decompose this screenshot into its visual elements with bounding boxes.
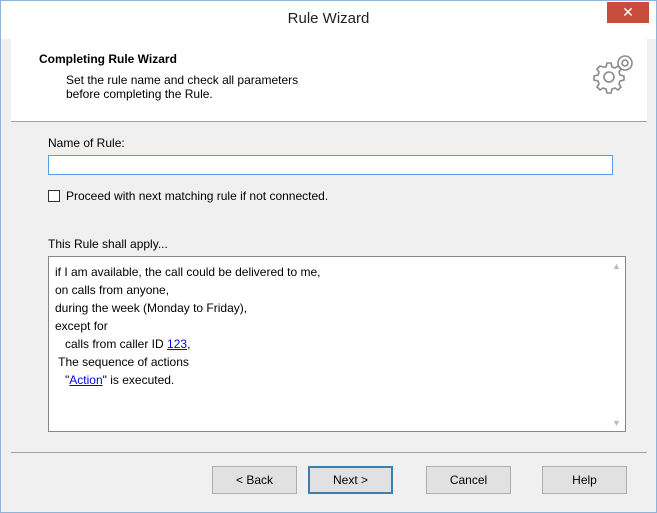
cancel-button[interactable]: Cancel [426, 466, 511, 494]
help-button[interactable]: Help [542, 466, 627, 494]
summary-line: except for [55, 319, 108, 333]
back-button[interactable]: < Back [212, 466, 297, 494]
close-icon: ✕ [622, 4, 634, 20]
proceed-checkbox-row[interactable]: Proceed with next matching rule if not c… [48, 189, 328, 203]
header-title: Completing Rule Wizard [39, 52, 177, 66]
summary-line: if I am available, the call could be del… [55, 265, 321, 279]
summary-line: The sequence of actions [55, 355, 189, 369]
window-title: Rule Wizard [287, 10, 370, 27]
chevron-up-icon[interactable]: ▲ [608, 257, 625, 274]
summary-text: , [187, 337, 191, 351]
rule-wizard-window: Rule Wizard ✕ Completing Rule Wizard Set… [0, 0, 657, 513]
rule-summary-text: if I am available, the call could be del… [55, 263, 320, 389]
caller-id-link[interactable]: 123 [167, 337, 187, 351]
name-label: Name of Rule: [48, 136, 125, 150]
summary-line: during the week (Monday to Friday), [55, 301, 248, 315]
header-description: Set the rule name and check all paramete… [66, 73, 299, 101]
wizard-header: Completing Rule Wizard Set the rule name… [11, 39, 647, 122]
apply-label: This Rule shall apply... [48, 237, 168, 251]
proceed-checkbox-label[interactable]: Proceed with next matching rule if not c… [66, 189, 328, 203]
summary-line: "Action" is executed. [55, 371, 320, 389]
close-button[interactable]: ✕ [607, 2, 649, 23]
action-link[interactable]: Action [69, 373, 102, 387]
summary-line: on calls from anyone, [55, 283, 170, 297]
rule-name-input[interactable] [48, 155, 613, 175]
gears-icon [593, 55, 633, 94]
rule-summary-box[interactable]: if I am available, the call could be del… [48, 256, 626, 432]
vertical-scrollbar[interactable]: ▲ ▼ [608, 257, 625, 431]
chevron-down-icon[interactable]: ▼ [608, 414, 625, 431]
title-bar: Rule Wizard ✕ [1, 1, 656, 39]
summary-text: " is executed. [102, 373, 175, 387]
button-bar: < Back Next > Cancel Help [11, 452, 647, 512]
proceed-checkbox[interactable] [48, 190, 60, 202]
summary-line: calls from caller ID 123, [55, 335, 320, 353]
summary-text: " [55, 373, 70, 387]
wizard-content: Name of Rule: Proceed with next matching… [11, 122, 647, 452]
summary-text: calls from caller ID [55, 337, 168, 351]
next-button[interactable]: Next > [308, 466, 393, 494]
